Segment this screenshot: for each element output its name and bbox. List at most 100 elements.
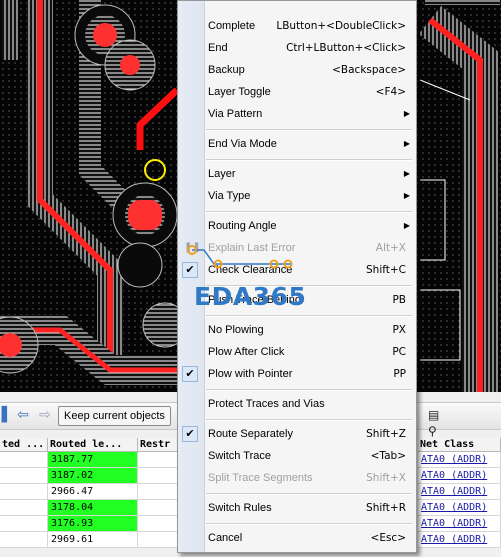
table-cell[interactable] xyxy=(138,452,178,468)
menu-item-shortcut: Shift+C xyxy=(366,264,406,276)
menu-separator xyxy=(206,315,412,317)
menu-item-label: Protect Traces and Vias xyxy=(208,398,325,410)
menu-item-label: Layer Toggle xyxy=(208,86,271,98)
net-class-cell[interactable]: ATA0 (ADDR) xyxy=(418,500,501,516)
routed-length-cell[interactable]: 3187.02 xyxy=(48,468,138,484)
right-arrow-icon[interactable]: ⇨ xyxy=(38,408,52,422)
checkmark-icon: ✔ xyxy=(182,426,198,442)
menu-item-route-separately[interactable]: ✔ Route Separately Shift+Z xyxy=(178,423,416,445)
menu-item-routing-angle[interactable]: Routing Angle ▶ xyxy=(178,215,416,237)
menu-item-shortcut: <Tab> xyxy=(370,450,406,462)
menu-item-switch-rules[interactable]: Switch Rules Shift+R xyxy=(178,497,416,519)
menu-item-label: Complete xyxy=(208,20,256,32)
menu-item-label: Cancel xyxy=(208,532,243,544)
routed-length-cell[interactable]: 2969.61 xyxy=(48,532,138,548)
submenu-arrow-icon: ▶ xyxy=(403,221,410,230)
table-cell[interactable] xyxy=(0,516,48,532)
watermark-logo: EDA365 xyxy=(194,282,307,311)
menu-separator xyxy=(206,129,412,131)
menu-item-no-plowing[interactable]: No Plowing PX xyxy=(178,319,416,341)
menu-item-end-via-mode[interactable]: End Via Mode ▶ xyxy=(178,133,416,155)
menu-item-label: End xyxy=(208,42,228,54)
menu-separator xyxy=(206,523,412,525)
menu-item-shortcut: <Backspace> xyxy=(332,64,406,76)
menu-item-shortcut: Shift+R xyxy=(366,502,406,514)
menu-item-backup[interactable]: Backup <Backspace> xyxy=(178,59,416,81)
submenu-arrow-icon: ▶ xyxy=(403,109,410,118)
menu-item-shortcut: PX xyxy=(392,324,406,336)
menu-item-shortcut: Ctrl+LButton+<Click> xyxy=(286,42,406,54)
menu-item-shortcut: Shift+X xyxy=(366,472,406,484)
menu-item-shortcut: LButton+<DoubleClick> xyxy=(276,20,406,32)
column-header-routed[interactable]: ted ... xyxy=(0,438,48,452)
watermark-circuit-graphic xyxy=(187,245,293,269)
menu-item-end[interactable]: End Ctrl+LButton+<Click> xyxy=(178,37,416,59)
menu-item-shortcut: Shift+Z xyxy=(366,428,406,440)
menu-item-shortcut: PP xyxy=(393,368,406,380)
table-cell[interactable] xyxy=(0,468,48,484)
net-class-cell[interactable]: ATA0 (ADDR) xyxy=(418,452,501,468)
menu-item-label: End Via Mode xyxy=(208,138,277,150)
menu-item-label: Switch Rules xyxy=(208,502,272,514)
net-class-cell[interactable]: ATA0 (ADDR) xyxy=(418,484,501,500)
menu-item-label: Backup xyxy=(208,64,245,76)
menu-separator xyxy=(206,159,412,161)
net-class-cell[interactable]: ATA0 (ADDR) xyxy=(418,468,501,484)
menu-item-shortcut: <F4> xyxy=(375,86,406,98)
table-cell[interactable] xyxy=(138,468,178,484)
submenu-arrow-icon: ▶ xyxy=(403,191,410,200)
keep-current-objects-button[interactable]: Keep current objects xyxy=(58,406,171,426)
table-cell[interactable] xyxy=(0,532,48,548)
menu-item-label: Layer xyxy=(208,168,236,180)
routed-length-cell[interactable]: 2966.47 xyxy=(48,484,138,500)
menu-item-protect-traces-and-vias[interactable]: Protect Traces and Vias xyxy=(178,393,416,415)
menu-item-plow-after-click[interactable]: Plow After Click PC xyxy=(178,341,416,363)
menu-item-label: Route Separately xyxy=(208,428,293,440)
menu-item-label: Plow After Click xyxy=(208,346,285,358)
net-class-cell[interactable]: ATA0 (ADDR) xyxy=(418,532,501,548)
column-header-routed-length[interactable]: Routed le... xyxy=(48,438,138,452)
table-cell[interactable] xyxy=(138,516,178,532)
routed-length-cell[interactable]: 3176.93 xyxy=(48,516,138,532)
menu-separator xyxy=(206,211,412,213)
column-header-restricted[interactable]: Restr xyxy=(138,438,178,452)
menu-item-via-pattern[interactable]: Via Pattern ▶ xyxy=(178,103,416,125)
menu-item-label: Switch Trace xyxy=(208,450,271,462)
table-cell[interactable] xyxy=(138,532,178,548)
menu-item-plow-with-pointer[interactable]: ✔ Plow with Pointer PP xyxy=(178,363,416,385)
menu-separator xyxy=(206,419,412,421)
menu-item-cancel[interactable]: Cancel <Esc> xyxy=(178,527,416,549)
find-replace-icon[interactable]: ▤ ⚲ xyxy=(428,407,446,438)
table-cell[interactable] xyxy=(0,500,48,516)
routed-length-cell[interactable]: 3178.04 xyxy=(48,500,138,516)
menu-item-shortcut: <Esc> xyxy=(370,532,406,544)
menu-item-shortcut: PB xyxy=(392,294,406,306)
left-arrow-icon[interactable]: ⇦ xyxy=(16,408,30,422)
table-cell[interactable] xyxy=(0,452,48,468)
routed-length-cell[interactable]: 3187.77 xyxy=(48,452,138,468)
menu-item-label: Split Trace Segments xyxy=(208,472,313,484)
column-header-net-class[interactable]: Net Class xyxy=(418,438,501,452)
menu-separator xyxy=(206,389,412,391)
menu-item-via-type[interactable]: Via Type ▶ xyxy=(178,185,416,207)
menu-item-layer[interactable]: Layer ▶ xyxy=(178,163,416,185)
table-cell[interactable] xyxy=(138,500,178,516)
menu-item-layer-toggle[interactable]: Layer Toggle <F4> xyxy=(178,81,416,103)
menu-item-label: Via Pattern xyxy=(208,108,263,120)
submenu-arrow-icon: ▶ xyxy=(403,139,410,148)
menu-item-switch-trace[interactable]: Switch Trace <Tab> xyxy=(178,445,416,467)
checkmark-icon: ✔ xyxy=(182,366,198,382)
submenu-arrow-icon: ▶ xyxy=(403,169,410,178)
menu-item-complete[interactable]: Complete LButton+<DoubleClick> xyxy=(178,15,416,37)
menu-item-shortcut: Alt+X xyxy=(375,242,406,254)
table-cell[interactable] xyxy=(0,484,48,500)
menu-item-label: Plow with Pointer xyxy=(208,368,293,380)
menu-item-label: Routing Angle xyxy=(208,220,277,232)
net-class-cell[interactable]: ATA0 (ADDR) xyxy=(418,516,501,532)
left-arrow-icon[interactable]: ▌ xyxy=(0,408,14,422)
menu-item-shortcut: PC xyxy=(392,346,406,358)
menu-item-label: No Plowing xyxy=(208,324,264,336)
menu-item-split-trace-segments: Split Trace Segments Shift+X xyxy=(178,467,416,489)
menu-item-label: Via Type xyxy=(208,190,251,202)
table-cell[interactable] xyxy=(138,484,178,500)
